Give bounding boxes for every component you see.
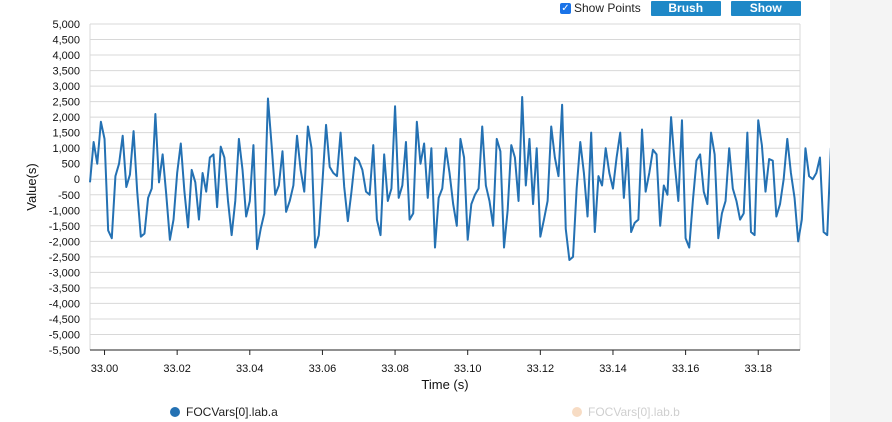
legend-item-series-b[interactable]: FOCVars[0].lab.b <box>572 405 680 419</box>
right-panel-strip <box>830 0 892 422</box>
y-tick-label: -3,500 <box>49 283 80 295</box>
y-tick-label: 2,000 <box>52 112 80 124</box>
x-tick-label: 33.08 <box>381 363 409 375</box>
y-tick-label: 3,500 <box>52 66 80 78</box>
y-tick-label: 0 <box>74 174 80 186</box>
y-tick-label: 2,500 <box>52 97 80 109</box>
legend-item-series-a[interactable]: FOCVars[0].lab.a <box>170 405 278 419</box>
y-tick-label: -4,500 <box>49 314 80 326</box>
x-tick-label: 33.18 <box>744 363 772 375</box>
x-tick-label: 33.16 <box>672 363 700 375</box>
x-axis-title: Time (s) <box>421 377 468 392</box>
y-tick-label: -1,500 <box>49 221 80 233</box>
x-tick-label: 33.12 <box>527 363 555 375</box>
legend-label: FOCVars[0].lab.a <box>186 405 278 419</box>
y-tick-label: 1,000 <box>52 143 80 155</box>
y-tick-label: 500 <box>62 159 80 171</box>
y-tick-label: 1,500 <box>52 128 80 140</box>
x-tick-label: 33.04 <box>236 363 264 375</box>
y-tick-label: -2,500 <box>49 252 80 264</box>
y-tick-label: 5,000 <box>52 19 80 31</box>
y-tick-label: -500 <box>58 190 80 202</box>
y-axis-title: Value(s) <box>24 163 39 210</box>
y-tick-label: -5,500 <box>49 345 80 357</box>
x-tick-label: 33.00 <box>91 363 119 375</box>
line-chart[interactable]: 5,000 4,500 4,000 3,500 3,000 2,500 2,000 1,500… <box>0 0 830 400</box>
y-tick-label: 4,000 <box>52 50 80 62</box>
x-tick-label: 33.14 <box>599 363 627 375</box>
y-tick-label: 4,500 <box>52 35 80 47</box>
x-tick-label: 33.10 <box>454 363 482 375</box>
legend-dot-icon <box>572 407 582 417</box>
x-tick-label: 33.02 <box>163 363 191 375</box>
legend-label: FOCVars[0].lab.b <box>588 405 680 419</box>
y-tick-label: -5,000 <box>49 329 80 341</box>
series-line-a <box>89 95 830 261</box>
legend-dot-icon <box>170 407 180 417</box>
y-tick-label: 3,000 <box>52 81 80 93</box>
y-tick-label: -1,000 <box>49 205 80 217</box>
y-tick-label: -2,000 <box>49 236 80 248</box>
x-tick-label: 33.06 <box>309 363 337 375</box>
y-tick-label: -3,000 <box>49 267 80 279</box>
y-tick-label: -4,000 <box>49 298 80 310</box>
